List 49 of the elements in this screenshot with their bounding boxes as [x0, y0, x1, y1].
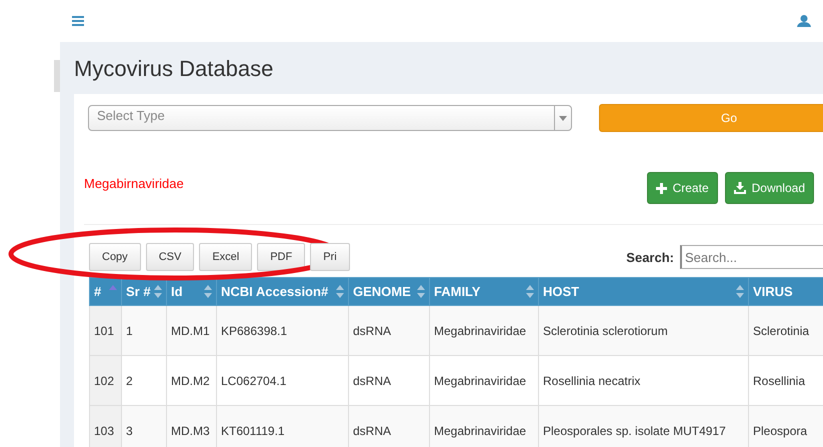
sort-icon[interactable] — [417, 285, 425, 298]
search-field[interactable]: Search... — [680, 245, 823, 269]
column-header[interactable]: HOST — [538, 278, 748, 306]
download-button[interactable]: Download — [724, 172, 814, 204]
table-cell: Megabrinaviridae — [430, 406, 538, 447]
family-label: Megabirnaviridae — [84, 176, 184, 190]
sort-icon[interactable] — [736, 285, 744, 298]
sort-icon[interactable] — [526, 285, 534, 298]
table-cell: 3 — [122, 406, 166, 447]
table-cell: MD.M3 — [166, 406, 216, 447]
create-button[interactable]: Create — [646, 172, 718, 204]
table-cell: KP686398.1 — [216, 306, 348, 356]
sidebar-edge — [54, 60, 60, 92]
table-cell: Sclerotinia — [748, 306, 823, 356]
table-cell: 103 — [90, 406, 122, 447]
page-title: Mycovirus Database — [74, 55, 274, 83]
export-button[interactable]: Copy — [89, 243, 141, 271]
export-button[interactable]: Excel — [199, 243, 252, 271]
table-cell: Sclerotinia sclerotiorum — [538, 306, 748, 356]
column-header[interactable]: FAMILY — [430, 278, 538, 306]
table-cell: KT601119.1 — [216, 406, 348, 447]
table-cell: dsRNA — [348, 406, 430, 447]
table-cell: 1 — [122, 306, 166, 356]
column-header[interactable]: VIRUS — [748, 278, 823, 306]
caret-icon — [559, 116, 567, 120]
table-cell: MD.M1 — [166, 306, 216, 356]
table-cell: 102 — [90, 356, 122, 406]
sort-icon[interactable] — [154, 285, 162, 298]
column-header[interactable]: NCBI Accession# — [216, 278, 348, 306]
export-button[interactable]: Pri — [310, 243, 350, 271]
menu-icon[interactable] — [72, 16, 84, 26]
go-button[interactable]: Go — [599, 104, 823, 132]
export-button[interactable]: PDF — [257, 243, 306, 271]
user-icon[interactable] — [797, 15, 811, 27]
column-header[interactable]: # — [90, 278, 122, 306]
export-button[interactable]: CSV — [146, 243, 194, 271]
table-cell: 101 — [90, 306, 122, 356]
plus-icon — [656, 182, 667, 194]
column-header[interactable]: GENOME — [348, 278, 430, 306]
sort-icon[interactable] — [336, 285, 344, 298]
table-cell: Megabrinaviridae — [430, 306, 538, 356]
type-select[interactable]: Select Type — [88, 105, 572, 131]
download-icon — [734, 182, 746, 194]
sort-up-icon[interactable] — [109, 285, 117, 290]
table-cell: dsRNA — [348, 306, 430, 356]
table-cell: Pleosporales sp. isolate MUT4917 — [538, 406, 748, 447]
search-label: Search: — [626, 250, 674, 264]
sort-icon[interactable] — [204, 285, 212, 298]
table-cell: Pleospora — [748, 406, 823, 447]
